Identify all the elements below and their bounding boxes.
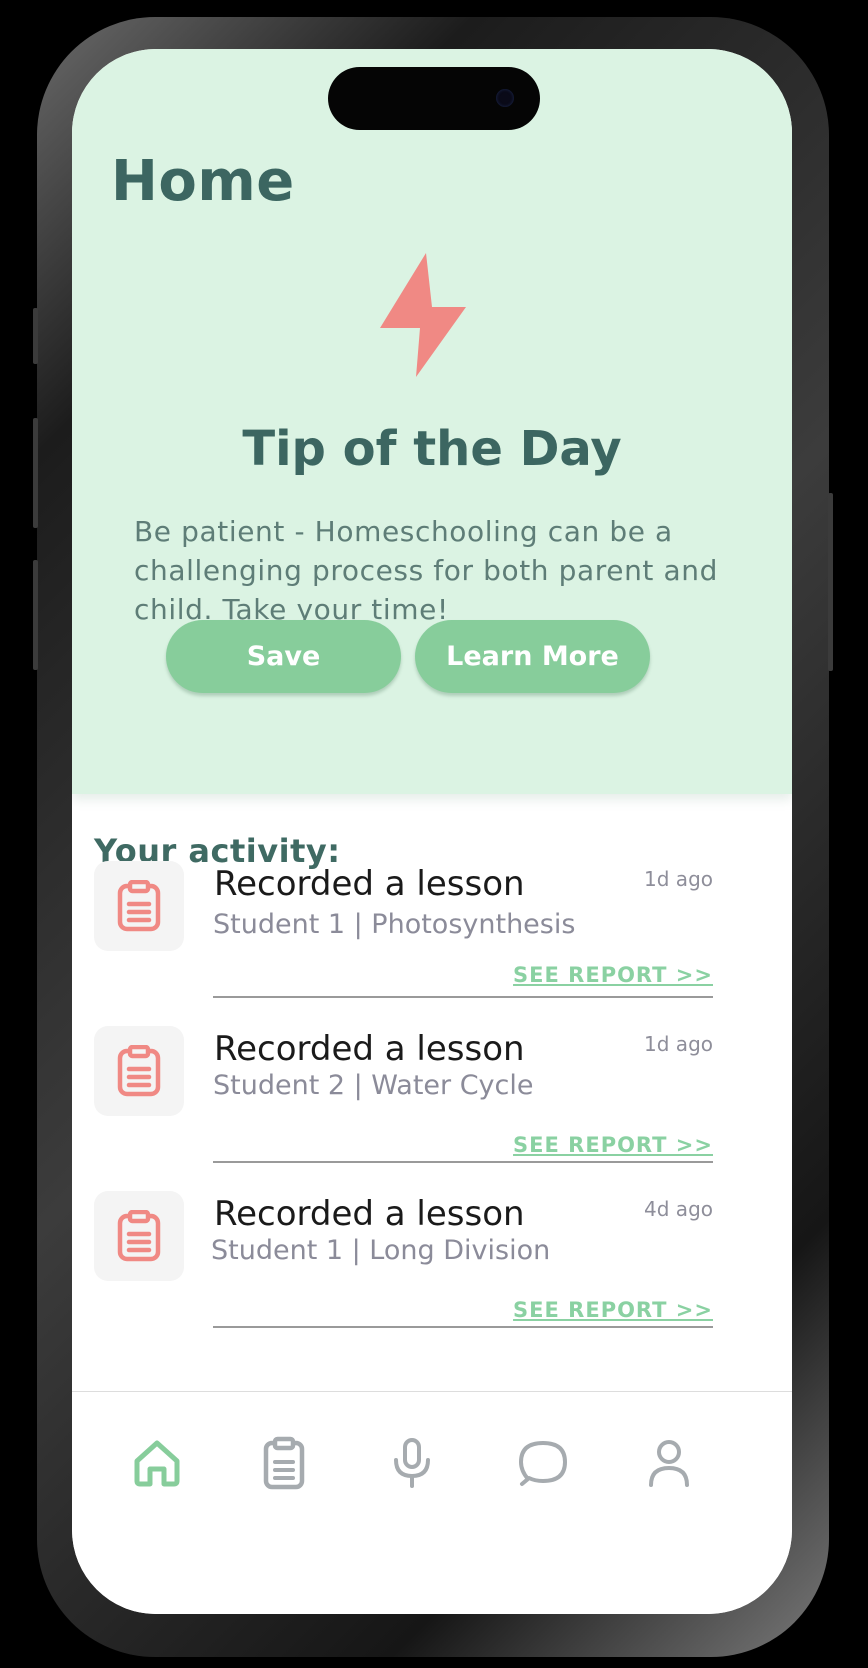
- app-screen: Home Tip of the Day Be patient - Homesch…: [72, 49, 792, 1614]
- tab-messages[interactable]: [515, 1435, 571, 1491]
- device-stage: Home Tip of the Day Be patient - Homesch…: [0, 0, 868, 1668]
- divider: [213, 996, 713, 998]
- microphone-icon: [394, 1438, 430, 1488]
- tab-record[interactable]: [384, 1435, 440, 1491]
- divider: [213, 1161, 713, 1163]
- activity-title: Recorded a lesson: [214, 1029, 525, 1069]
- activity-timestamp: 1d ago: [644, 867, 713, 891]
- activity-timestamp: 4d ago: [644, 1197, 713, 1221]
- clipboard-icon: [117, 880, 161, 932]
- activity-subtitle: Student 1 | Photosynthesis: [213, 909, 576, 940]
- tab-reports[interactable]: [256, 1435, 312, 1491]
- see-report-link[interactable]: SEE REPORT >>: [513, 1133, 713, 1157]
- clipboard-icon: [117, 1210, 161, 1262]
- chat-bubble-icon: [519, 1441, 567, 1486]
- activity-item: Recorded a lesson Student 2 | Water Cycl…: [72, 1026, 792, 1176]
- home-icon: [134, 1440, 180, 1487]
- activity-title: Recorded a lesson: [214, 1194, 525, 1234]
- clipboard-icon: [263, 1436, 305, 1490]
- volume-up-button: [33, 418, 38, 528]
- action-button: [33, 308, 38, 364]
- activity-subtitle: Student 1 | Long Division: [211, 1235, 551, 1266]
- clipboard-icon: [117, 1045, 161, 1097]
- activity-icon-tile: [94, 1191, 184, 1281]
- activity-item: Recorded a lesson Student 1 | Long Divis…: [72, 1191, 792, 1341]
- activity-timestamp: 1d ago: [644, 1032, 713, 1056]
- volume-down-button: [33, 560, 38, 670]
- activity-icon-tile: [94, 861, 184, 951]
- see-report-link[interactable]: SEE REPORT >>: [513, 963, 713, 987]
- activity-list: Recorded a lesson Student 1 | Photosynth…: [72, 49, 792, 1614]
- bottom-tab-bar: [72, 1391, 792, 1614]
- activity-title: Recorded a lesson: [214, 864, 525, 904]
- activity-subtitle: Student 2 | Water Cycle: [213, 1070, 534, 1101]
- tab-home[interactable]: [129, 1435, 185, 1491]
- tab-profile[interactable]: [641, 1435, 697, 1491]
- profile-icon: [649, 1440, 689, 1487]
- activity-icon-tile: [94, 1026, 184, 1116]
- power-button: [828, 493, 833, 671]
- divider: [213, 1326, 713, 1328]
- see-report-link[interactable]: SEE REPORT >>: [513, 1298, 713, 1322]
- activity-item: Recorded a lesson Student 1 | Photosynth…: [72, 861, 792, 1011]
